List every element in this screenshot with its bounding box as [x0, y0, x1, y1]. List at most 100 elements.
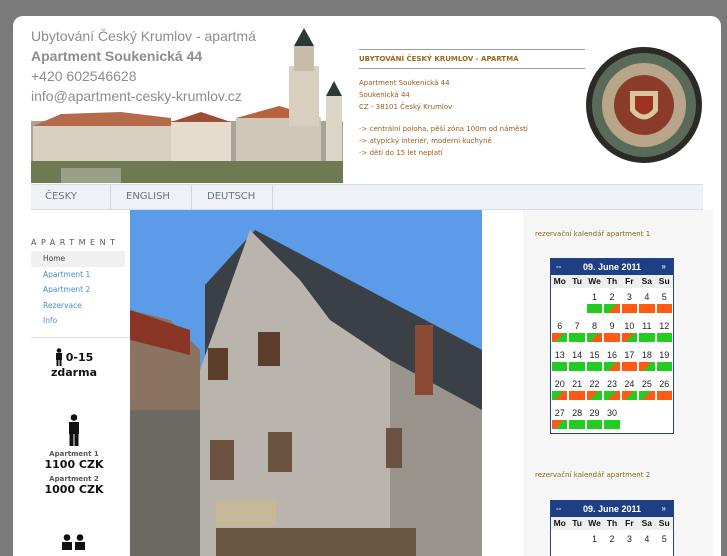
calendar-day-number: 27 [554, 408, 565, 418]
calendar-day[interactable]: 10 [621, 317, 638, 346]
calendar-prev-button[interactable]: -- [556, 259, 561, 275]
availability-bar [639, 362, 655, 371]
availability-bar [586, 362, 603, 371]
calendar-day[interactable]: 24 [621, 375, 638, 404]
calendar-day[interactable]: 25 [638, 375, 655, 404]
calendar-day [551, 288, 568, 317]
calendar-day [568, 530, 585, 556]
availability-bar [656, 304, 672, 313]
calendar-day[interactable]: 27 [551, 404, 568, 433]
calendar-day[interactable]: 11 [638, 317, 655, 346]
divider [359, 68, 585, 69]
calendar-day-number: 16 [606, 350, 617, 360]
calendar-day[interactable]: 14 [568, 346, 585, 375]
language-tabs: ČESKY ENGLISH DEUTSCH [31, 184, 703, 210]
sidebar-item-apartment-2[interactable]: Apartment 2 [31, 282, 131, 298]
sidebar-item-apartment-1[interactable]: Apartment 1 [31, 267, 131, 283]
calendar-day[interactable]: 12 [656, 317, 673, 346]
header-text: Ubytování Český Krumlov - apartmá Apartm… [31, 26, 256, 106]
availability-bar [604, 304, 620, 313]
calendar-day[interactable]: 4 [638, 288, 655, 317]
calendar-day-number: 14 [572, 350, 583, 360]
calendar-day[interactable]: 6 [551, 317, 568, 346]
calendar-week: 1 2 3 4 5 [551, 530, 673, 556]
calendar-day[interactable]: 2 [603, 288, 620, 317]
calendar-week: 6 7 8 9 10 11 12 [551, 317, 673, 346]
sidebar-menu: Home Apartment 1 Apartment 2 Rezervace I… [31, 251, 131, 329]
calendar-day[interactable]: 5 [656, 288, 673, 317]
calendar-day-number: 19 [659, 350, 670, 360]
sidebar-item-info[interactable]: Info [31, 313, 131, 329]
calendar-day-number: 26 [659, 379, 670, 389]
weekday: Fr [625, 276, 634, 286]
calendar-day[interactable]: 20 [551, 375, 568, 404]
availability-bar [586, 420, 603, 429]
calendar-day[interactable]: 21 [568, 375, 585, 404]
calendar-day[interactable]: 26 [656, 375, 673, 404]
calendar-day-number: 9 [609, 321, 615, 331]
calendar-day[interactable]: 30 [603, 404, 620, 433]
adult-icon [69, 414, 79, 446]
calendar-day[interactable]: 9 [603, 317, 620, 346]
calendar-day-number: 22 [589, 379, 600, 389]
weekday: Su [658, 276, 670, 286]
calendar-day[interactable]: 3 [621, 530, 638, 556]
divider [359, 49, 585, 50]
address-line: CZ - 38101 Český Krumlov [359, 103, 453, 111]
calendar-day[interactable]: 2 [603, 530, 620, 556]
availability-bar [621, 333, 638, 342]
availability-bar [569, 333, 585, 342]
tab-english[interactable]: ENGLISH [112, 185, 192, 209]
calendar-day[interactable]: 7 [568, 317, 585, 346]
weekday: Tu [572, 518, 583, 528]
calendar-day[interactable]: 29 [586, 404, 603, 433]
calendar-day[interactable]: 19 [656, 346, 673, 375]
calendar-day[interactable]: 23 [603, 375, 620, 404]
calendar-day[interactable]: 28 [568, 404, 585, 433]
calendar-day[interactable]: 4 [638, 530, 655, 556]
calendar-next-button[interactable]: » [662, 501, 666, 517]
calendar-day[interactable]: 8 [586, 317, 603, 346]
calendar-day[interactable]: 22 [586, 375, 603, 404]
tab-cesky[interactable]: ČESKY [31, 185, 111, 209]
calendar-week: 27 28 29 30 [551, 404, 673, 433]
calendar-day[interactable]: 17 [621, 346, 638, 375]
calendar-day[interactable]: 18 [638, 346, 655, 375]
calendar-days: 1 2 3 4 5 6 7 8 9 10 11 12 13 14 15 16 17 18 19 20 21 22 23 24 2… [551, 288, 673, 433]
calendar-next-button[interactable]: » [662, 259, 666, 275]
weekday: We [588, 276, 601, 286]
tab-deutsch[interactable]: DEUTSCH [193, 185, 273, 209]
availability-bar [552, 420, 568, 429]
weekday: Sa [641, 518, 653, 528]
calendar-day-number: 2 [609, 292, 615, 302]
availability-bar [552, 391, 568, 400]
address-line: Apartment Soukenická 44 [359, 79, 450, 87]
calendar-day[interactable]: 3 [621, 288, 638, 317]
calendar-day[interactable]: 15 [586, 346, 603, 375]
calendar-apartment-2: -- 09. June 2011 » Mo Tu We Th Fr Sa Su … [550, 500, 674, 556]
calendar-day[interactable]: 5 [656, 530, 673, 556]
weekday: We [588, 518, 601, 528]
calendar-prev-button[interactable]: -- [556, 501, 561, 517]
address-line: Soukenická 44 [359, 91, 410, 99]
header-email[interactable]: info@apartment-cesky-krumlov.cz [31, 86, 256, 106]
calendar-day[interactable]: 1 [586, 530, 603, 556]
sidebar-item-home[interactable]: Home [31, 251, 125, 267]
calendar-day [638, 404, 655, 433]
calendar-day-number: 8 [592, 321, 598, 331]
calendar-day[interactable]: 13 [551, 346, 568, 375]
calendar-day-number: 18 [641, 350, 652, 360]
sidebar-item-rezervace[interactable]: Rezervace [31, 298, 131, 314]
price-kids: 0-15 zdarma [19, 348, 129, 379]
weekday: Sa [641, 276, 653, 286]
calendar-day-number: 2 [609, 534, 615, 544]
price-couple [19, 534, 129, 554]
calendar-day-number: 3 [626, 292, 632, 302]
calendar-day-number: 15 [589, 350, 600, 360]
calendar-day-number: 5 [661, 534, 667, 544]
calendar-day-number: 12 [659, 321, 670, 331]
calendar-day-number: 20 [554, 379, 565, 389]
calendar-day[interactable]: 1 [586, 288, 603, 317]
calendar-day [621, 404, 638, 433]
calendar-day[interactable]: 16 [603, 346, 620, 375]
